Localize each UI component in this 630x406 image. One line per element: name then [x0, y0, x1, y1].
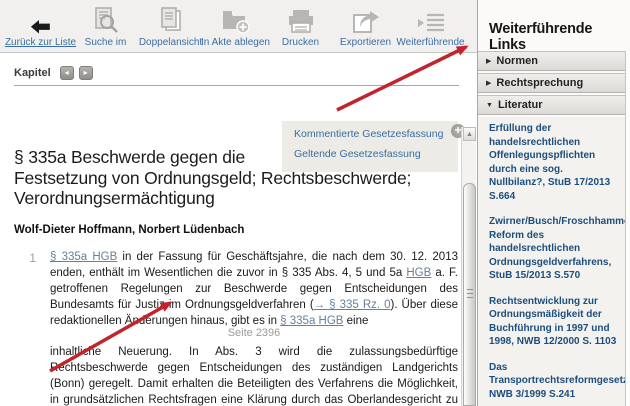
chevron-down-icon: ▼ — [486, 102, 493, 109]
sidebar-scrollbar-track[interactable] — [625, 51, 630, 406]
section-normen[interactable]: ▶ Normen — [478, 51, 626, 71]
toolbar-item-search-in[interactable]: Suche im — [73, 0, 138, 53]
toolbar-item-label: Drucken — [282, 37, 319, 48]
toolbar-item-double-view[interactable]: Doppelansicht — [138, 0, 203, 53]
link-335a-hgb-2[interactable]: § 335a HGB — [280, 315, 343, 327]
link-335a-hgb[interactable]: § 335a HGB — [50, 251, 117, 263]
chapter-label: Kapitel — [14, 67, 51, 79]
toolbar-item-label: Suche im — [85, 37, 127, 48]
literature-link[interactable]: Rechtsentwicklung zur Ordnungsmäßigkeit … — [489, 295, 620, 349]
toolbar-item-label: Zurück zur Liste — [5, 37, 76, 48]
toolbar-item-label: Exportieren — [340, 37, 391, 48]
literature-link[interactable]: Zwirner/Busch/Froschhammer, Reform des h… — [489, 215, 620, 283]
toolbar-item-related-links[interactable]: Weiterführende — [398, 0, 463, 53]
back-arrow-icon — [30, 5, 52, 35]
chevron-right-icon: ▶ — [486, 79, 491, 87]
chevron-right-icon: ▶ — [486, 57, 491, 65]
authors: Wolf-Dieter Hoffmann, Norbert Lüdenbach — [14, 224, 244, 236]
popup-link-current-version[interactable]: Geltende Gesetzesfassung — [294, 148, 458, 160]
toolbar: Zurück zur Liste Suche im — [0, 0, 477, 53]
toolbar-item-file-to-record[interactable]: In Akte ablegen — [203, 0, 268, 53]
related-links-panel: Weiterführende Links ▶ Normen ▶ Rechtspr… — [477, 0, 630, 406]
content-scrollbar[interactable]: ▲ — [461, 127, 476, 406]
chapter-next-button[interactable]: ▸ — [79, 66, 93, 80]
related-list-icon — [416, 5, 446, 35]
popup-link-commented-version[interactable]: Kommentierte Gesetzesfassung — [294, 128, 458, 140]
toolbar-item-label: Doppelansicht — [139, 37, 202, 48]
scroll-up-icon[interactable]: ▲ — [463, 127, 476, 141]
section-literatur[interactable]: ▼ Literatur — [478, 95, 626, 115]
margin-number: 1 — [22, 251, 36, 265]
toolbar-item-export[interactable]: Exportieren — [333, 0, 398, 53]
paragraph-1: § 335a HGB in der Fassung für Geschäftsj… — [50, 249, 458, 329]
literature-link[interactable]: Das Transportrechtsreformgesetz, NWB 3/1… — [489, 361, 620, 402]
export-arrow-icon — [352, 5, 380, 35]
annotation-arrow-to-sidebar — [337, 47, 466, 110]
toolbar-item-label: In Akte ablegen — [201, 37, 270, 48]
folder-add-icon — [221, 5, 251, 35]
document-search-icon — [93, 5, 119, 35]
literature-link[interactable]: Erfüllung der handelsrechtlichen Offenle… — [489, 122, 620, 203]
toolbar-item-print[interactable]: Drucken — [268, 0, 333, 53]
chapter-prev-button[interactable]: ◂ — [60, 66, 74, 80]
link-hgb[interactable]: HGB — [406, 267, 431, 279]
paragraph-2: inhaltliche Neuerung. In Abs. 3 wird die… — [50, 344, 458, 406]
chapter-nav: Kapitel ◂ ▸ — [14, 66, 93, 80]
section-rechtsprechung[interactable]: ▶ Rechtsprechung — [478, 73, 626, 93]
version-popup: Kommentierte Gesetzesfassung Geltende Ge… — [282, 121, 458, 172]
app-window: Zurück zur Liste Suche im — [0, 0, 630, 406]
toolbar-item-label: Weiterführende — [396, 37, 464, 48]
divider — [14, 85, 459, 86]
scrollbar-thumb[interactable] — [463, 183, 476, 406]
printer-icon — [287, 5, 315, 35]
page-break-marker: Seite 2396 — [50, 327, 458, 339]
scrollbar-grip — [467, 289, 473, 299]
link-335-rz0[interactable]: → § 335 Rz. 0 — [314, 299, 391, 311]
literature-list: Erfüllung der handelsrechtlichen Offenle… — [478, 117, 626, 406]
toolbar-item-back-to-list[interactable]: Zurück zur Liste — [8, 0, 73, 53]
sidebar-title: Weiterführende Links — [489, 21, 630, 53]
double-document-icon — [158, 5, 184, 35]
